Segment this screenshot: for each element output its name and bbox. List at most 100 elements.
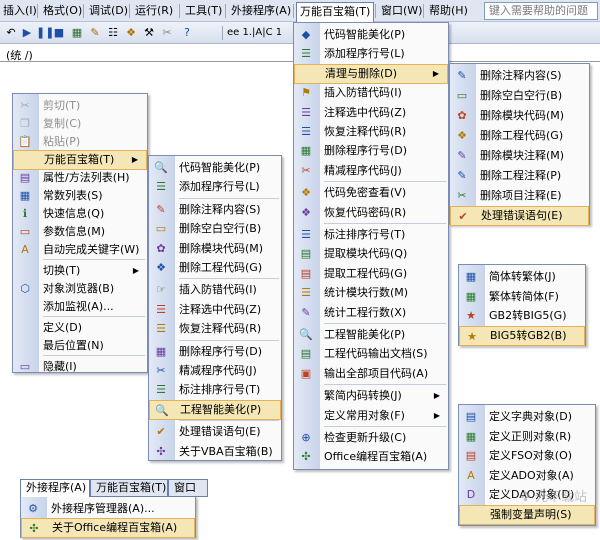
menubar-item[interactable]: 窗口(W) <box>378 2 425 20</box>
menu-item[interactable]: ▭ 删除空白空行(B) <box>450 86 589 106</box>
menu-item[interactable]: ❖ 删除工程代码(G) <box>149 258 281 278</box>
menu-item[interactable]: ▭ 参数信息(M) <box>13 222 147 242</box>
help-search-input[interactable]: 键入需要帮助的问题 <box>484 2 598 20</box>
menu-item[interactable]: ▦ 常数列表(S) <box>13 186 147 206</box>
menu-item[interactable]: ❖ 代码免密查看(V) <box>294 183 448 203</box>
menu-item[interactable]: ★ GB2转BIG5(G) <box>459 306 585 326</box>
menu-item[interactable]: ✎ 删除注释内容(S) <box>450 66 589 86</box>
menu-item[interactable]: ⚑ 插入防错代码(I) <box>294 83 448 103</box>
menu-item[interactable]: 最后位置(N) <box>13 336 147 356</box>
menu-item[interactable]: ✔ 处理错误语句(E) <box>450 206 589 226</box>
menu-item[interactable]: ☞ 插入防错代码(I) <box>149 280 281 300</box>
menu-item[interactable]: ✿ 删除模块代码(M) <box>450 106 589 126</box>
help-icon[interactable]: ? <box>180 26 194 40</box>
project-icon[interactable]: ✎ <box>88 26 102 40</box>
menu-item[interactable]: ▤ 定义FSO对象(O) <box>459 446 595 466</box>
menu-item-label: 统计模块行数(M) <box>324 286 409 300</box>
menu-item[interactable]: 清理与删除(D) ▶ <box>294 63 448 84</box>
menu-item[interactable]: ✎ 删除注释内容(S) <box>149 200 281 220</box>
run-icon[interactable]: ▶ <box>20 26 34 40</box>
menu-item[interactable]: 🔍 工程智能美化(P) <box>294 325 448 345</box>
submenu-arrow-icon: ▶ <box>432 68 439 78</box>
menu-item[interactable]: ☰ 统计模块行数(M) <box>294 283 448 303</box>
menu-item[interactable]: ☰ 添加程序行号(L) <box>149 177 281 197</box>
menu-item[interactable]: ✣ 关于VBA百宝箱(B) <box>149 442 281 462</box>
menu-item[interactable]: ☰ 恢复注释代码(R) <box>294 122 448 142</box>
menu-item[interactable]: ✂ 删除项目注释(E) <box>450 186 589 206</box>
menu-item[interactable]: A 自动完成关键字(W) <box>13 240 147 260</box>
menu-item[interactable]: ✣ Office编程百宝箱(A) <box>294 447 448 467</box>
menubar-item[interactable]: 运行(R) <box>132 2 176 20</box>
menu-item[interactable]: ▤ 属性/方法列表(H) <box>13 168 147 188</box>
menu-item[interactable]: ☰ 注释选中代码(Z) <box>149 300 281 320</box>
menu-item[interactable]: ☰ 恢复注释代码(R) <box>149 319 281 339</box>
menu-item-label: 工程智能美化(P) <box>180 402 262 416</box>
menu-item[interactable]: ✂ 剪切(T) <box>13 96 147 116</box>
menu-item[interactable]: ☰ 标注排序行号(T) <box>294 225 448 245</box>
menu-item[interactable]: 📋 粘贴(P) <box>13 132 147 152</box>
menu-item[interactable]: ▤ 定义字典对象(D) <box>459 407 595 427</box>
menu-item[interactable]: ✎ 删除模块注释(M) <box>450 146 589 166</box>
menu-item[interactable]: ▣ 输出全部项目代码(A) <box>294 364 448 384</box>
tools-icon[interactable]: ✂ <box>160 26 174 40</box>
menu-item[interactable]: ❖ 恢复代码密码(R) <box>294 203 448 223</box>
menu-item[interactable]: ⬡ 对象浏览器(B) <box>13 279 147 299</box>
menu-item[interactable]: ▤ 提取模块代码(Q) <box>294 244 448 264</box>
menu-item[interactable]: ▦ 定义正则对象(R) <box>459 427 595 447</box>
menubar-item[interactable]: 万能百宝箱(T) <box>296 2 375 22</box>
menu-item[interactable]: 🔍 代码智能美化(P) <box>149 158 281 178</box>
menubar-item[interactable]: 外接程序(A) <box>228 2 294 20</box>
tab-window[interactable]: 窗口 <box>168 479 208 497</box>
menu-item[interactable]: ⊕ 检查更新升级(C) <box>294 428 448 448</box>
menu-item[interactable]: ✿ 删除模块代码(M) <box>149 239 281 259</box>
stop-icon[interactable]: ■ <box>52 26 66 40</box>
menu-item[interactable]: 万能百宝箱(T) ▶ <box>13 150 147 170</box>
menubar-item[interactable]: 调试(D) <box>86 2 131 20</box>
menu-item[interactable]: ☰ 标注排序行号(T) <box>149 380 281 400</box>
menu-item[interactable]: 添加监视(A)... <box>13 297 147 317</box>
undo-icon[interactable]: ↶ <box>4 26 18 40</box>
menu-item[interactable]: ❖ 删除工程代码(G) <box>450 126 589 146</box>
menu-item-label: 删除空白空行(B) <box>179 222 262 236</box>
menu-item[interactable]: ▦ 删除程序行号(D) <box>149 342 281 362</box>
menu-item[interactable]: ▦ 简体转繁体(J) <box>459 267 585 287</box>
menubar-item[interactable]: 工具(T) <box>182 2 225 20</box>
tab-addins[interactable]: 外接程序(A) <box>20 479 90 497</box>
pause-icon[interactable]: ❚❚ <box>36 26 54 40</box>
menu-item[interactable]: ⚙ 外接程序管理器(A)... <box>21 499 195 519</box>
menu-item[interactable]: ★ BIG5转GB2(B) <box>459 325 585 346</box>
menu-item[interactable]: ▭ 删除空白空行(B) <box>149 219 281 239</box>
menu-item[interactable]: 繁简内码转换(J) ▶ <box>294 386 448 406</box>
menu-item[interactable]: 强制变量声明(S) <box>459 504 595 525</box>
menu-item[interactable]: ✂ 精减程序代码(J) <box>149 361 281 381</box>
menu-item[interactable]: ✎ 删除工程注释(P) <box>450 166 589 186</box>
menu-item[interactable]: 切换(T) ▶ <box>13 261 147 281</box>
menu-item[interactable]: ✎ 统计工程行数(X) <box>294 303 448 323</box>
menu-item[interactable]: ▭ 隐藏(I) <box>13 357 147 377</box>
menubar-item[interactable]: 插入(I) <box>0 2 40 20</box>
toolbox-icon[interactable]: ⚒ <box>142 26 156 40</box>
menu-item[interactable]: ▦ 删除程序行号(D) <box>294 141 448 161</box>
menu-item[interactable]: ❐ 复制(C) <box>13 114 147 134</box>
menu-item[interactable]: A 定义ADO对象(A) <box>459 466 595 486</box>
menubar-item[interactable]: 帮助(H) <box>426 2 471 20</box>
menu-item[interactable]: 🔍 工程智能美化(P) <box>149 399 281 420</box>
menu-item[interactable]: ☰ 注释选中代码(Z) <box>294 103 448 123</box>
menu-item[interactable]: ✂ 精减程序代码(J) <box>294 161 448 181</box>
menu-item[interactable]: 定义(D) <box>13 318 147 338</box>
menu-item-label: 自动完成关键字(W) <box>43 243 140 256</box>
design-icon[interactable]: ▦ <box>70 26 84 40</box>
menu-item[interactable]: ▤ 工程代码输出文档(S) <box>294 344 448 364</box>
menu-item[interactable]: ◆ 代码智能美化(P) <box>294 25 448 45</box>
menu-item[interactable]: 定义常用对象(F) ▶ <box>294 406 448 426</box>
menu-item[interactable]: ☰ 添加程序行号(L) <box>294 44 448 64</box>
menu-item[interactable]: ℹ 快速信息(Q) <box>13 204 147 224</box>
tab-toolbox[interactable]: 万能百宝箱(T) <box>90 479 168 497</box>
object-browser-icon[interactable]: ❖ <box>124 26 138 40</box>
menubar-item[interactable]: 格式(O) <box>40 2 85 20</box>
menu-item[interactable]: ✣ 关于Office编程百宝箱(A) <box>21 518 195 538</box>
menu-item[interactable]: ✔ 处理错误语句(E) <box>149 422 281 442</box>
menu-item[interactable]: ▦ 繁体转简体(F) <box>459 287 585 307</box>
properties-icon[interactable]: ☷ <box>106 26 120 40</box>
menu-item[interactable]: ▤ 提取工程代码(G) <box>294 264 448 284</box>
